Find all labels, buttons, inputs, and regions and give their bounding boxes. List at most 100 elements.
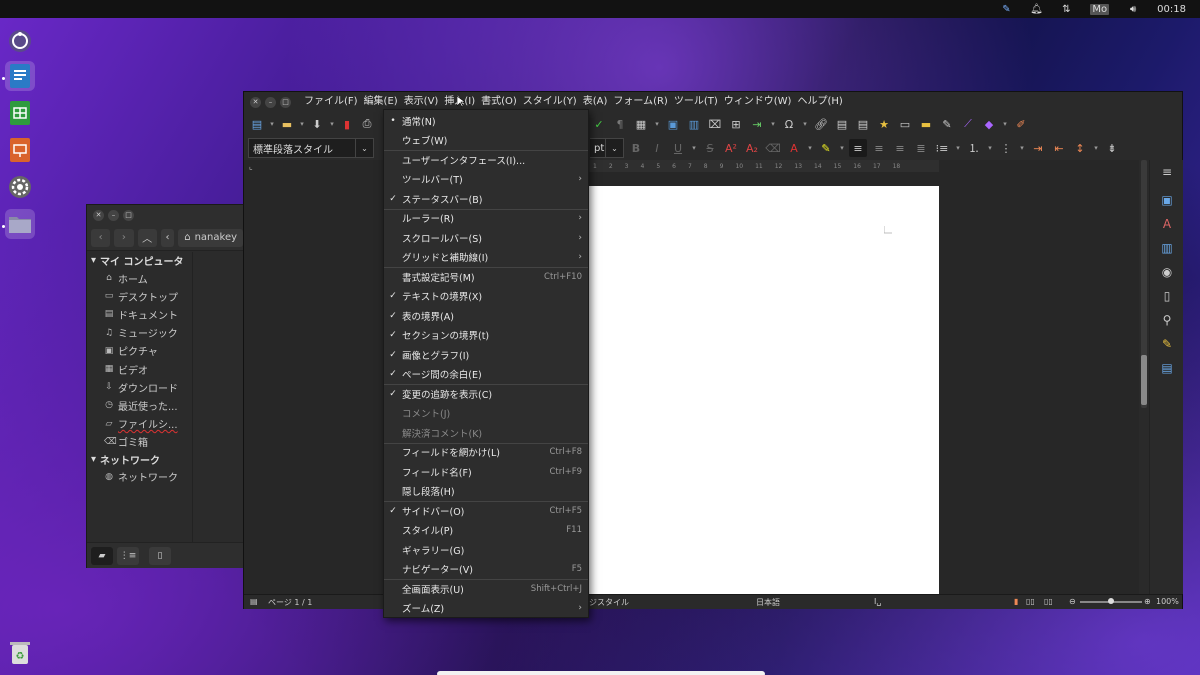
subscript-icon[interactable]: A₂ [743, 139, 761, 157]
view-menu-item[interactable]: ✓ ステータスバー(B) [384, 189, 588, 208]
formatting-marks-icon[interactable]: ¶ [611, 115, 629, 133]
pen-icon[interactable]: ✎ [1000, 3, 1012, 15]
view-menu-item[interactable]: • 通常(N) [384, 111, 588, 130]
menu-0[interactable]: ファイル(F) [301, 92, 361, 112]
menu-10[interactable]: ヘルプ(H) [794, 92, 845, 112]
multi-page-view-icon[interactable]: ▯▯ [1026, 597, 1035, 606]
settings-icon[interactable] [5, 172, 35, 202]
justify-icon[interactable]: ≣ [912, 139, 930, 157]
back-button[interactable]: ‹ [91, 228, 111, 247]
clear-formatting-icon[interactable]: ⌫ [764, 139, 782, 157]
view-menu-item[interactable]: ✓ サイドバー(O) Ctrl+F5 [384, 501, 588, 520]
basic-shapes-icon[interactable]: ◆ [980, 115, 998, 133]
calc-icon[interactable] [5, 98, 35, 128]
language-label[interactable]: 日本語 [756, 597, 780, 608]
bookmark-icon[interactable]: ★ [875, 115, 893, 133]
zoom-in-icon[interactable]: ⊕ [1144, 597, 1151, 606]
sidebar-item-downloads[interactable]: ⇩ ダウンロード [87, 378, 192, 396]
menu-7[interactable]: フォーム(R) [610, 92, 670, 112]
outline-list-icon[interactable]: ⋮ [997, 139, 1015, 157]
keyboard-layout[interactable]: Mo [1090, 3, 1110, 15]
decrease-indent-icon[interactable]: ⇤ [1050, 139, 1068, 157]
up-button[interactable]: ︿ [137, 228, 157, 247]
italic-icon[interactable]: I [648, 139, 666, 157]
insert-image-icon[interactable]: ▣ [664, 115, 682, 133]
network-icon[interactable]: ⇅ [1060, 3, 1072, 15]
manage-changes-icon[interactable]: ✎ [1159, 336, 1175, 352]
track-changes-icon[interactable]: ✎ [938, 115, 956, 133]
spellcheck-icon[interactable]: ✓ [590, 115, 608, 133]
properties-icon[interactable]: ▣ [1159, 192, 1175, 208]
view-menu-item[interactable]: ズーム(Z) › [384, 599, 588, 618]
view-menu-item[interactable]: ユーザーインタフェース(I)... [384, 150, 588, 169]
design-icon[interactable]: ▤ [1159, 360, 1175, 376]
bold-icon[interactable]: B [627, 139, 645, 157]
line-icon[interactable]: ⟋ [959, 115, 977, 133]
view-menu-item[interactable]: グリッドと補助線(I) › [384, 248, 588, 267]
files-icon[interactable] [5, 209, 35, 239]
bell-icon[interactable]: 🔔︎ [1030, 3, 1043, 15]
path-toggle-button[interactable]: ‹ [160, 228, 175, 247]
view-menu-item[interactable]: スクロールバー(S) › [384, 228, 588, 247]
comment-icon[interactable]: ▬ [917, 115, 935, 133]
view-menu-item[interactable]: ✓ 変更の追跡を表示(C) [384, 384, 588, 403]
chevron-down-icon[interactable]: ⌄ [355, 139, 373, 157]
font-color-icon[interactable]: A [785, 139, 803, 157]
impress-icon[interactable] [5, 135, 35, 165]
superscript-icon[interactable]: A² [722, 139, 740, 157]
view-menu-item[interactable]: ウェブ(W) [384, 131, 588, 150]
insert-field-icon[interactable]: ⇥ [748, 115, 766, 133]
forward-button[interactable]: › [114, 228, 134, 247]
view-menu-item[interactable]: ルーラー(R) › [384, 209, 588, 228]
app-launcher-icon[interactable] [5, 26, 35, 56]
sidebar-item-pictures[interactable]: ▣ ピクチャ [87, 342, 192, 360]
paragraph-style-combo[interactable]: 標準段落スタイル ⌄ [248, 138, 374, 158]
view-menu-item[interactable]: ナビゲーター(V) F5 [384, 560, 588, 579]
page-icon[interactable]: ▯ [1159, 288, 1175, 304]
underline-icon[interactable]: U [669, 139, 687, 157]
zoom-out-icon[interactable]: ⊖ [1069, 597, 1076, 606]
toggle-draw-icon[interactable]: ✐ [1012, 115, 1030, 133]
align-left-icon[interactable]: ≡ [849, 139, 867, 157]
line-spacing-icon[interactable]: ↕ [1071, 139, 1089, 157]
navigator-icon[interactable]: ◉ [1159, 264, 1175, 280]
maximize-icon[interactable]: □ [280, 96, 291, 108]
sidebar-item-network[interactable]: ◍ ネットワーク [87, 468, 192, 486]
cross-reference-icon[interactable]: ▭ [896, 115, 914, 133]
highlight-icon[interactable]: ✎ [817, 139, 835, 157]
increase-indent-icon[interactable]: ⇥ [1029, 139, 1047, 157]
style-inspector-icon[interactable]: ⚲ [1159, 312, 1175, 328]
sidebar-item-desktop[interactable]: ▭ デスクトップ [87, 287, 192, 305]
view-menu-item[interactable]: ✓ 画像とグラフ(I) [384, 345, 588, 364]
bullet-list-icon[interactable]: ⁝≡ [933, 139, 951, 157]
close-icon[interactable]: ✕ [250, 96, 261, 108]
section-network[interactable]: ▾ ネットワーク [87, 451, 192, 468]
view-menu-item[interactable]: 全画面表示(U) Shift+Ctrl+J [384, 579, 588, 598]
insert-mode-icon[interactable]: I␣ [874, 597, 881, 606]
sidebar-item-videos[interactable]: ▦ ビデオ [87, 360, 192, 378]
breadcrumb[interactable]: ⌂ nanakey [178, 228, 244, 247]
export-pdf-icon[interactable]: ▮ [338, 115, 356, 133]
sidebar-item-documents[interactable]: ▤ ドキュメント [87, 305, 192, 323]
single-page-view-icon[interactable]: ▮ [1014, 597, 1018, 606]
special-character-icon[interactable]: Ω [780, 115, 798, 133]
print-icon[interactable]: ⎙ [358, 115, 376, 133]
fm-content[interactable] [193, 252, 245, 542]
paragraph-spacing-icon[interactable]: ⇟ [1103, 139, 1121, 157]
menu-8[interactable]: ツール(T) [671, 92, 721, 112]
sidebar-item-recent[interactable]: ◷ 最近使った... [87, 396, 192, 414]
view-menu-item[interactable]: 隠し段落(H) [384, 482, 588, 501]
view-menu-item[interactable]: ✓ 表の境界(A) [384, 306, 588, 325]
view-menu-item[interactable]: ギャラリー(G) [384, 540, 588, 559]
font-size-combo[interactable]: pt ⌄ [590, 138, 624, 158]
horizontal-ruler[interactable]: 1 2 3 4 5 6 7 8 9 10 11 12 13 14 15 16 17 18 [589, 160, 939, 172]
sidebar-item-trash[interactable]: ⌫ ゴミ箱 [87, 433, 192, 451]
open-folder-icon[interactable]: ▬ [278, 115, 296, 133]
view-menu-item[interactable]: スタイル(P) F11 [384, 521, 588, 540]
menu-9[interactable]: ウィンドウ(W) [721, 92, 795, 112]
sidebar-menu-icon[interactable]: ≡ [1159, 164, 1175, 180]
sidebar-item-filesystem[interactable]: ▱ ファイルシ... [87, 415, 192, 433]
insert-table-icon[interactable]: ▦ [632, 115, 650, 133]
volume-icon[interactable]: 🔊︎ [1127, 3, 1139, 15]
sidebar-item-home[interactable]: ⌂ ホーム [87, 269, 192, 287]
